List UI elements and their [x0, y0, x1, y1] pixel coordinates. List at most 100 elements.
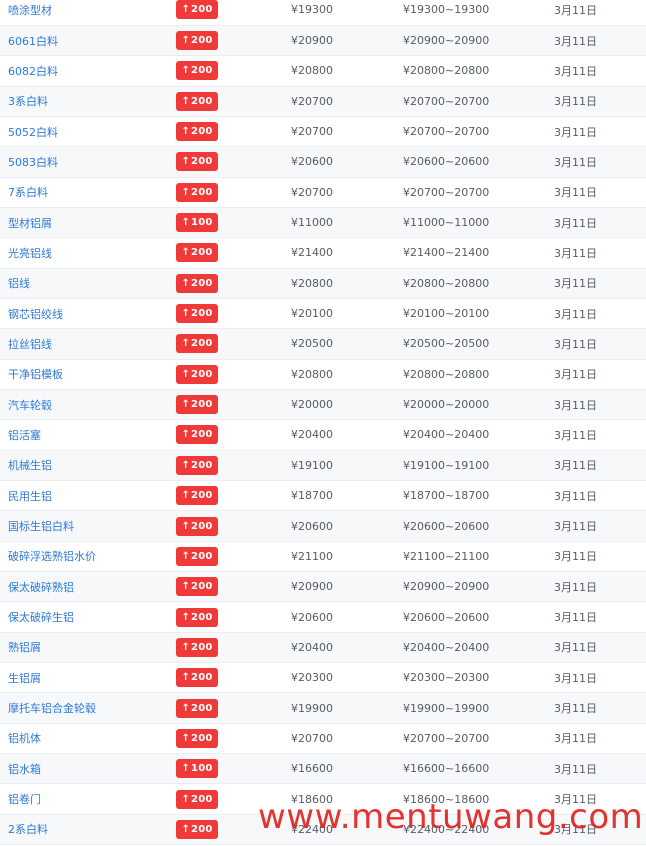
up-arrow-icon: ↑ — [181, 399, 191, 411]
name-cell: 保太破碎生铝 — [0, 601, 176, 633]
change-value: 200 — [191, 641, 213, 653]
product-name-link[interactable]: 铝水箱 — [8, 763, 41, 776]
product-name-link[interactable]: 干净铝模板 — [8, 368, 63, 381]
table-row: 干净铝模板 ↑200 ¥20800 ¥20800~20800 3月11日 — [0, 359, 646, 390]
product-name-link[interactable]: 钢芯铝绞线 — [8, 308, 63, 321]
product-name-link[interactable]: 6082白料 — [8, 65, 58, 78]
date-cell: 3月11日 — [554, 116, 646, 148]
table-row: 保太破碎生铝 ↑200 ¥20600 ¥20600~20600 3月11日 — [0, 601, 646, 633]
product-name-link[interactable]: 3系白料 — [8, 95, 48, 108]
up-arrow-icon: ↑ — [181, 247, 191, 259]
date-cell: 3月11日 — [554, 359, 646, 390]
product-name-link[interactable]: 保太破碎生铝 — [8, 611, 74, 624]
product-name-link[interactable]: 国标生铝白料 — [8, 520, 74, 533]
price-cell: ¥20700 — [291, 116, 403, 148]
product-name-link[interactable]: 5083白料 — [8, 156, 58, 169]
price-range-cell: ¥20400~20400 — [403, 419, 554, 451]
product-name-link[interactable]: 拉丝铝线 — [8, 338, 52, 351]
name-cell: 铝活塞 — [0, 419, 176, 451]
change-cell: ↑200 — [176, 571, 291, 603]
table-row: 铝卷门 ↑200 ¥18600 ¥18600~18600 3月11日 — [0, 783, 646, 815]
change-cell: ↑200 — [176, 480, 291, 512]
table-row: 铝活塞 ↑200 ¥20400 ¥20400~20400 3月11日 — [0, 419, 646, 451]
price-cell: ¥20500 — [291, 328, 403, 360]
name-cell: 5052白料 — [0, 116, 176, 148]
change-cell: ↑200 — [176, 632, 291, 664]
name-cell: 6082白料 — [0, 55, 176, 87]
change-cell: ↑200 — [176, 0, 291, 26]
change-cell: ↑200 — [176, 86, 291, 117]
product-name-link[interactable]: 7系白料 — [8, 186, 48, 199]
product-name-link[interactable]: 光亮铝线 — [8, 247, 52, 260]
change-cell: ↑200 — [176, 359, 291, 390]
product-name-link[interactable]: 5052白料 — [8, 126, 58, 139]
change-cell: ↑200 — [176, 177, 291, 208]
name-cell: 国标生铝白料 — [0, 510, 176, 542]
change-badge: ↑200 — [176, 546, 218, 566]
change-cell: ↑200 — [176, 389, 291, 421]
change-cell: ↑200 — [176, 55, 291, 87]
price-cell: ¥19300 — [291, 0, 403, 26]
change-value: 200 — [191, 490, 213, 502]
change-badge: ↑200 — [176, 152, 218, 172]
product-name-link[interactable]: 铝机体 — [8, 732, 41, 745]
date-cell: 3月11日 — [554, 753, 646, 785]
product-name-link[interactable]: 汽车轮毂 — [8, 399, 52, 412]
price-range-cell: ¥22400~22400 — [403, 814, 554, 846]
name-cell: 光亮铝线 — [0, 237, 176, 269]
change-badge: ↑200 — [176, 0, 218, 20]
table-row: 机械生铝 ↑200 ¥19100 ¥19100~19100 3月11日 — [0, 450, 646, 482]
date-cell: 3月11日 — [554, 541, 646, 573]
product-name-link[interactable]: 生铝屑 — [8, 672, 41, 685]
price-cell: ¥20700 — [291, 723, 403, 755]
price-cell: ¥19900 — [291, 692, 403, 724]
date-cell: 3月11日 — [554, 480, 646, 512]
price-range-cell: ¥16600~16600 — [403, 753, 554, 785]
up-arrow-icon: ↑ — [181, 641, 191, 653]
change-value: 200 — [191, 550, 213, 562]
name-cell: 铝卷门 — [0, 783, 176, 815]
up-arrow-icon: ↑ — [181, 368, 191, 380]
date-cell: 3月11日 — [554, 783, 646, 815]
change-value: 200 — [191, 308, 213, 320]
change-cell: ↑200 — [176, 450, 291, 482]
price-range-cell: ¥19100~19100 — [403, 450, 554, 482]
table-row: 保太破碎熟铝 ↑200 ¥20900 ¥20900~20900 3月11日 — [0, 571, 646, 603]
date-cell: 3月11日 — [554, 692, 646, 724]
product-name-link[interactable]: 铝线 — [8, 277, 30, 290]
up-arrow-icon: ↑ — [181, 186, 191, 198]
product-name-link[interactable]: 6061白料 — [8, 35, 58, 48]
product-name-link[interactable]: 民用生铝 — [8, 490, 52, 503]
price-cell: ¥20300 — [291, 662, 403, 694]
product-name-link[interactable]: 喷涂型材 — [8, 4, 52, 17]
table-row: 铝机体 ↑200 ¥20700 ¥20700~20700 3月11日 — [0, 723, 646, 755]
up-arrow-icon: ↑ — [181, 35, 191, 47]
product-name-link[interactable]: 铝活塞 — [8, 429, 41, 442]
change-badge: ↑200 — [176, 395, 218, 415]
product-name-link[interactable]: 破碎浮选熟铝水价 — [8, 550, 96, 563]
price-cell: ¥20900 — [291, 25, 403, 57]
price-range-cell: ¥20700~20700 — [403, 177, 554, 208]
product-name-link[interactable]: 熟铝屑 — [8, 641, 41, 654]
table-row: 6061白料 ↑200 ¥20900 ¥20900~20900 3月11日 — [0, 25, 646, 57]
change-cell: ↑200 — [176, 723, 291, 755]
change-cell: ↑200 — [176, 25, 291, 57]
product-name-link[interactable]: 铝卷门 — [8, 793, 41, 806]
change-cell: ↑200 — [176, 601, 291, 633]
price-range-cell: ¥20800~20800 — [403, 268, 554, 299]
change-value: 200 — [191, 95, 213, 107]
product-name-link[interactable]: 机械生铝 — [8, 459, 52, 472]
product-name-link[interactable]: 保太破碎熟铝 — [8, 581, 74, 594]
date-cell: 3月11日 — [554, 237, 646, 269]
up-arrow-icon: ↑ — [181, 217, 191, 229]
change-badge: ↑200 — [176, 668, 218, 688]
table-row: 6082白料 ↑200 ¥20800 ¥20800~20800 3月11日 — [0, 55, 646, 87]
product-name-link[interactable]: 摩托车铝合金轮毂 — [8, 702, 96, 715]
product-name-link[interactable]: 型材铝屑 — [8, 217, 52, 230]
change-badge: ↑100 — [176, 213, 218, 233]
name-cell: 铝机体 — [0, 723, 176, 755]
name-cell: 喷涂型材 — [0, 0, 176, 26]
change-value: 200 — [191, 429, 213, 441]
price-cell: ¥18700 — [291, 480, 403, 512]
product-name-link[interactable]: 2系白料 — [8, 823, 48, 836]
